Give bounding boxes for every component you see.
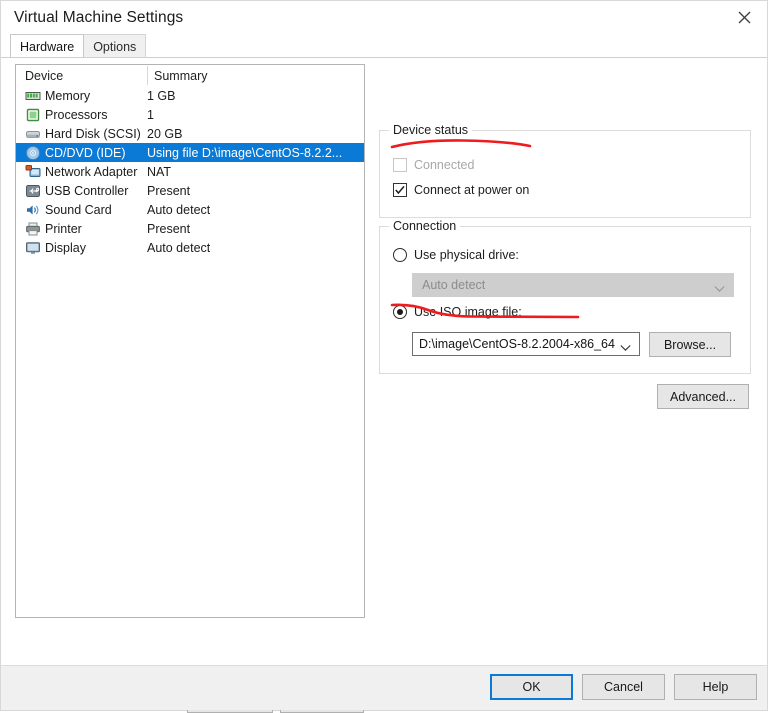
connect-at-power-on-label: Connect at power on bbox=[414, 183, 530, 197]
ok-button[interactable]: OK bbox=[490, 674, 573, 700]
help-button[interactable]: Help bbox=[674, 674, 757, 700]
device-name-cell: Sound Card bbox=[25, 202, 147, 218]
cancel-button[interactable]: Cancel bbox=[582, 674, 665, 700]
device-summary-label: 20 GB bbox=[147, 126, 183, 141]
use-physical-drive-radio[interactable] bbox=[393, 248, 407, 262]
connect-at-power-on-row[interactable]: Connect at power on bbox=[393, 183, 529, 197]
device-summary-label: NAT bbox=[147, 164, 172, 179]
use-iso-image-row[interactable]: Use ISO image file: bbox=[393, 305, 522, 319]
window-title: Virtual Machine Settings bbox=[14, 8, 184, 26]
tab-hardware[interactable]: Hardware bbox=[10, 34, 85, 57]
device-name-label: Memory bbox=[45, 88, 91, 103]
connected-checkbox bbox=[393, 158, 407, 172]
device-row-network-adapter[interactable]: Network Adapter NAT bbox=[16, 162, 364, 181]
device-name-cell: CD/DVD (IDE) bbox=[25, 145, 147, 161]
hard-disk-icon bbox=[25, 126, 41, 142]
browse-button-label: Browse... bbox=[663, 337, 717, 352]
device-summary-label: Auto detect bbox=[147, 240, 211, 255]
device-name-label: CD/DVD (IDE) bbox=[45, 145, 126, 160]
device-summary-label: 1 bbox=[147, 107, 154, 122]
device-status-title: Device status bbox=[389, 123, 473, 137]
device-summary-label: 1 GB bbox=[147, 88, 176, 103]
settings-content: Device Summary Memory 1 GB Processors 1 Hard… bbox=[1, 57, 767, 713]
use-physical-drive-row[interactable]: Use physical drive: bbox=[393, 248, 519, 262]
help-button-label: Help bbox=[702, 680, 729, 694]
sound-card-icon bbox=[25, 202, 41, 218]
processor-icon bbox=[25, 107, 41, 123]
device-list-header: Device Summary bbox=[16, 65, 364, 86]
usb-controller-icon bbox=[25, 183, 41, 199]
physical-drive-select: Auto detect bbox=[412, 273, 734, 297]
device-name-cell: Processors bbox=[25, 107, 147, 123]
use-iso-image-radio[interactable] bbox=[393, 305, 407, 319]
device-name-cell: Memory bbox=[25, 88, 147, 104]
display-icon bbox=[25, 240, 41, 256]
chevron-down-icon bbox=[714, 282, 725, 292]
chevron-down-icon[interactable] bbox=[620, 341, 631, 351]
device-name-cell: Printer bbox=[25, 221, 147, 237]
use-physical-drive-label: Use physical drive: bbox=[414, 248, 519, 262]
ok-button-label: OK bbox=[522, 680, 541, 694]
connected-label: Connected bbox=[414, 158, 475, 172]
device-name-label: Network Adapter bbox=[45, 164, 138, 179]
column-separator bbox=[147, 66, 148, 85]
device-name-cell: USB Controller bbox=[25, 183, 147, 199]
network-adapter-icon bbox=[25, 164, 41, 180]
device-name-cell: Display bbox=[25, 240, 147, 256]
device-row-display[interactable]: Display Auto detect bbox=[16, 238, 364, 257]
device-name-cell: Network Adapter bbox=[25, 164, 147, 180]
device-status-group: Device status bbox=[379, 123, 751, 218]
device-row-processors[interactable]: Processors 1 bbox=[16, 105, 364, 124]
device-summary-label: Present bbox=[147, 183, 191, 198]
iso-path-combobox[interactable]: D:\image\CentOS-8.2.2004-x86_64- bbox=[412, 332, 640, 356]
device-name-label: Display bbox=[45, 240, 86, 255]
device-row-printer[interactable]: Printer Present bbox=[16, 219, 364, 238]
device-name-label: Sound Card bbox=[45, 202, 112, 217]
device-summary-label: Auto detect bbox=[147, 202, 211, 217]
device-row-usb-controller[interactable]: USB Controller Present bbox=[16, 181, 364, 200]
device-summary-label: Present bbox=[147, 221, 191, 236]
cd-dvd-icon bbox=[25, 145, 41, 161]
device-row-hard-disk-scsi[interactable]: Hard Disk (SCSI) 20 GB bbox=[16, 124, 364, 143]
use-iso-image-label: Use ISO image file: bbox=[414, 305, 522, 319]
advanced-button[interactable]: Advanced... bbox=[657, 384, 749, 409]
device-row-sound-card[interactable]: Sound Card Auto detect bbox=[16, 200, 364, 219]
column-header-device: Device bbox=[25, 68, 64, 83]
browse-button[interactable]: Browse... bbox=[649, 332, 731, 357]
device-name-label: Processors bbox=[45, 107, 108, 122]
connection-title: Connection bbox=[389, 219, 461, 233]
device-name-label: Printer bbox=[45, 221, 82, 236]
device-name-label: USB Controller bbox=[45, 183, 129, 198]
memory-icon bbox=[25, 88, 41, 104]
physical-drive-value: Auto detect bbox=[422, 278, 486, 292]
checkmark-icon bbox=[395, 185, 405, 195]
connected-checkbox-row: Connected bbox=[393, 158, 474, 172]
virtual-machine-settings-dialog: Virtual Machine Settings Hardware Option… bbox=[0, 0, 768, 713]
iso-path-value: D:\image\CentOS-8.2.2004-x86_64- bbox=[419, 337, 615, 351]
radio-selected-dot bbox=[396, 308, 403, 315]
dialog-footer: OK Cancel Help bbox=[1, 665, 767, 710]
device-list[interactable]: Device Summary Memory 1 GB Processors 1 Hard… bbox=[15, 64, 365, 618]
printer-icon bbox=[25, 221, 41, 237]
device-summary-label: Using file D:\image\CentOS-8.2.2... bbox=[147, 145, 343, 160]
device-name-label: Hard Disk (SCSI) bbox=[45, 126, 141, 141]
column-header-summary: Summary bbox=[154, 68, 208, 83]
device-rows: Memory 1 GB Processors 1 Hard Disk (SCSI) 20 … bbox=[16, 86, 364, 257]
connect-at-power-on-checkbox[interactable] bbox=[393, 183, 407, 197]
close-icon[interactable] bbox=[721, 1, 767, 34]
device-row-cd-dvd-ide[interactable]: CD/DVD (IDE) Using file D:\image\CentOS-8… bbox=[16, 143, 364, 162]
advanced-button-label: Advanced... bbox=[669, 389, 736, 404]
tab-strip: Hardware Options bbox=[1, 34, 767, 57]
title-bar: Virtual Machine Settings bbox=[1, 1, 767, 34]
tab-options[interactable]: Options bbox=[83, 34, 147, 57]
device-row-memory[interactable]: Memory 1 GB bbox=[16, 86, 364, 105]
cancel-button-label: Cancel bbox=[604, 680, 643, 694]
device-name-cell: Hard Disk (SCSI) bbox=[25, 126, 147, 142]
